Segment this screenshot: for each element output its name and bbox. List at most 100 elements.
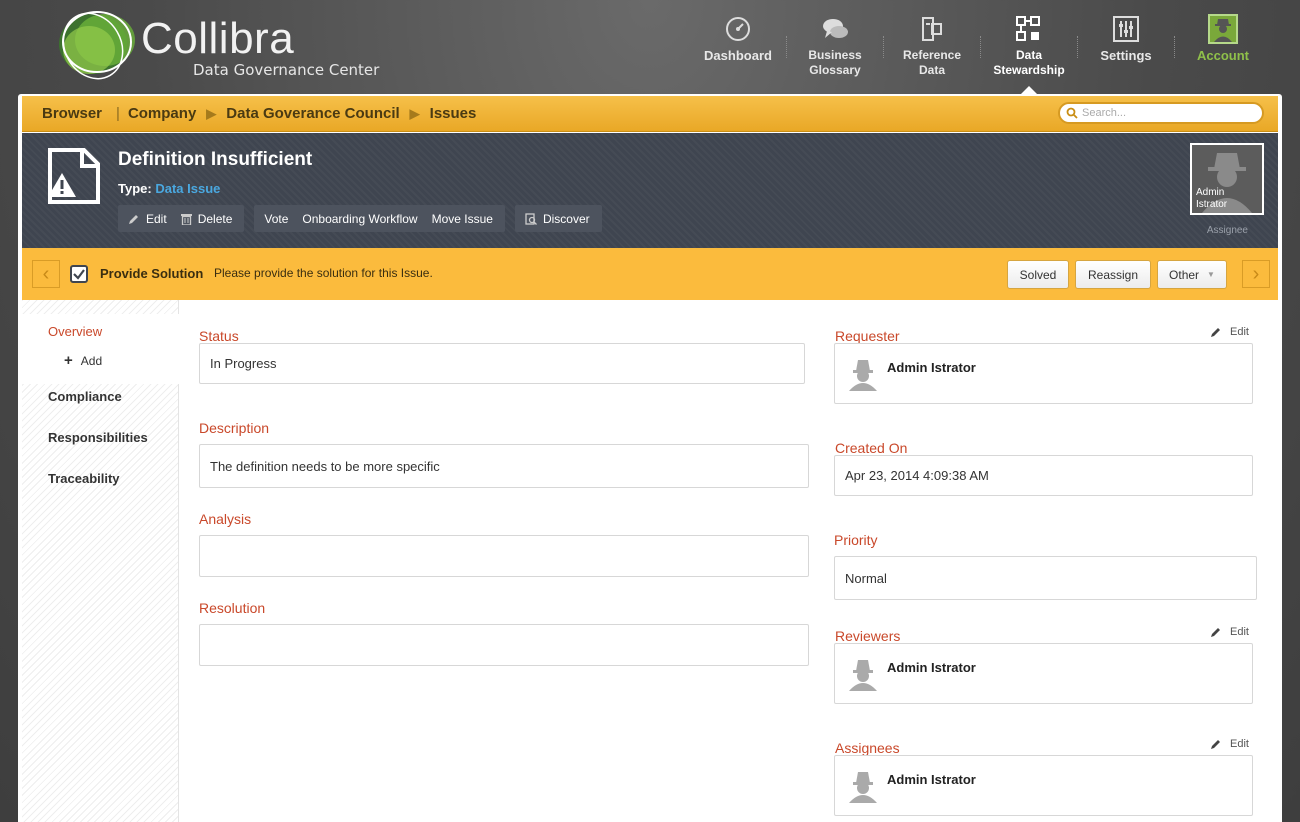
side-item-overview[interactable]: Overview [48,324,102,339]
nav-account-label: Account [1197,48,1249,63]
priority-label: Priority [834,532,878,548]
next-task-button[interactable]: › [1242,260,1270,288]
brand-title: Collibra [141,14,295,63]
reassign-button[interactable]: Reassign [1075,260,1151,289]
user-silhouette-icon [845,657,881,691]
requester-person[interactable]: Admin Istrator [845,357,976,391]
chevron-right-icon: › [1252,262,1260,285]
discover-button[interactable]: Discover [525,212,590,226]
breadcrumb-browser[interactable]: Browser [22,105,116,122]
assignee-name: Admin Istrator [1196,187,1228,210]
reviewer-person[interactable]: Admin Istrator [845,657,976,691]
assignees-field: Admin Istrator [834,755,1253,816]
nav-business-glossary[interactable]: Business Glossary [787,14,883,92]
search-box [1058,102,1264,124]
reviewers-edit-link[interactable]: Edit [1210,626,1249,638]
created-on-label: Created On [835,440,908,456]
assignees-edit-link[interactable]: Edit [1210,738,1249,750]
nav-dashboard[interactable]: Dashboard [690,14,786,92]
resolution-field[interactable] [199,624,809,666]
breadcrumb: Browser | Company ▶ Data Goverance Counc… [22,96,1278,132]
top-navigation: Dashboard Business Glossary Reference Data… [690,14,1271,94]
nav-business-glossary-label: Business Glossary [808,48,862,77]
vote-button[interactable]: Vote [264,212,288,226]
reviewer-name: Admin Istrator [887,660,976,675]
assignees-label: Assignees [835,740,900,756]
asset-type-link[interactable]: Data Issue [155,181,220,196]
analysis-label: Analysis [199,511,252,527]
edit-label: Edit [146,211,167,226]
reference-data-icon [920,14,944,44]
discover-group: Discover [514,205,602,232]
edit-label: Edit [1230,626,1249,638]
task-checkbox-icon [70,265,88,288]
trash-icon [180,213,192,225]
created-on-field: Apr 23, 2014 4:09:38 AM [834,455,1253,496]
discover-label: Discover [542,211,590,226]
assignee-label: Assignee [1206,225,1248,236]
previous-task-button[interactable]: ‹ [32,260,60,288]
plus-icon: + [64,352,73,369]
chevron-right-icon: ▶ [206,105,217,121]
breadcrumb-council[interactable]: Data Goverance Council [218,105,407,122]
user-silhouette-icon [845,769,881,803]
side-item-compliance[interactable]: Compliance [48,389,122,404]
requester-field: Admin Istrator [834,343,1253,404]
onboarding-workflow-button[interactable]: Onboarding Workflow [302,212,417,226]
description-field[interactable]: The definition needs to be more specific [199,444,809,488]
pencil-icon [1210,738,1222,750]
side-item-responsibilities[interactable]: Responsibilities [48,430,148,445]
assignee-avatar[interactable]: Admin Istrator [1190,143,1264,215]
nav-data-stewardship[interactable]: Data Stewardship [981,14,1077,94]
asset-actions: Edit Delete Vote Onboarding Workflow Mov… [118,205,612,232]
nav-data-stewardship-label: Data Stewardship [993,48,1065,77]
search-input[interactable] [1082,107,1252,119]
issue-document-icon [46,147,102,210]
logo-mark-icon [59,11,135,80]
resolution-label: Resolution [199,600,266,616]
assignee-person[interactable]: Admin Istrator [845,769,976,803]
asset-type-label: Type: [118,181,152,196]
task-bar: ‹ Provide Solution Please provide the so… [22,248,1278,300]
user-silhouette-icon [845,357,881,391]
description-label: Description [199,420,270,436]
collibra-logo[interactable]: Collibra Data Governance Center [55,6,395,86]
workflow-group: Vote Onboarding Workflow Move Issue [254,205,505,232]
caret-down-icon: ▼ [1207,270,1215,279]
task-name: Provide Solution [100,266,204,281]
priority-field[interactable]: Normal [834,556,1257,600]
requester-edit-link[interactable]: Edit [1210,326,1249,338]
move-issue-button[interactable]: Move Issue [432,212,493,226]
nav-reference-data[interactable]: Reference Data [884,14,980,92]
other-dropdown[interactable]: Other ▼ [1157,260,1227,289]
status-field[interactable]: In Progress [199,343,805,384]
nav-reference-data-label: Reference Data [902,48,962,77]
pencil-icon [128,213,140,225]
breadcrumb-company[interactable]: Company [120,105,204,122]
analysis-field[interactable] [199,535,809,577]
delete-button[interactable]: Delete [180,211,233,226]
side-navigation: Overview + Add Compliance Responsibiliti… [22,300,179,822]
solved-button[interactable]: Solved [1007,260,1069,289]
main-panel: Browser | Company ▶ Data Goverance Counc… [18,94,1282,822]
nav-settings[interactable]: Settings [1078,14,1174,92]
nav-account[interactable]: Account [1175,14,1271,92]
delete-label: Delete [197,211,233,226]
discover-icon [525,212,537,225]
side-add-button[interactable]: + Add [64,352,102,369]
nav-settings-label: Settings [1100,48,1152,63]
dashboard-icon [725,14,751,44]
pencil-icon [1210,626,1222,638]
side-item-traceability[interactable]: Traceability [48,471,120,486]
breadcrumb-issues[interactable]: Issues [422,105,485,122]
requester-name: Admin Istrator [887,360,976,375]
requester-label: Requester [835,328,900,344]
stewardship-icon [1015,14,1043,44]
task-description: Please provide the solution for this Iss… [214,266,433,280]
asset-title: Definition Insufficient [118,149,313,170]
edit-button[interactable]: Edit [128,212,167,226]
asset-header: Definition Insufficient Type: Data Issue… [22,133,1278,248]
asset-type: Type: Data Issue [118,181,220,196]
chat-bubbles-icon [821,14,849,44]
assignees-name: Admin Istrator [887,772,976,787]
